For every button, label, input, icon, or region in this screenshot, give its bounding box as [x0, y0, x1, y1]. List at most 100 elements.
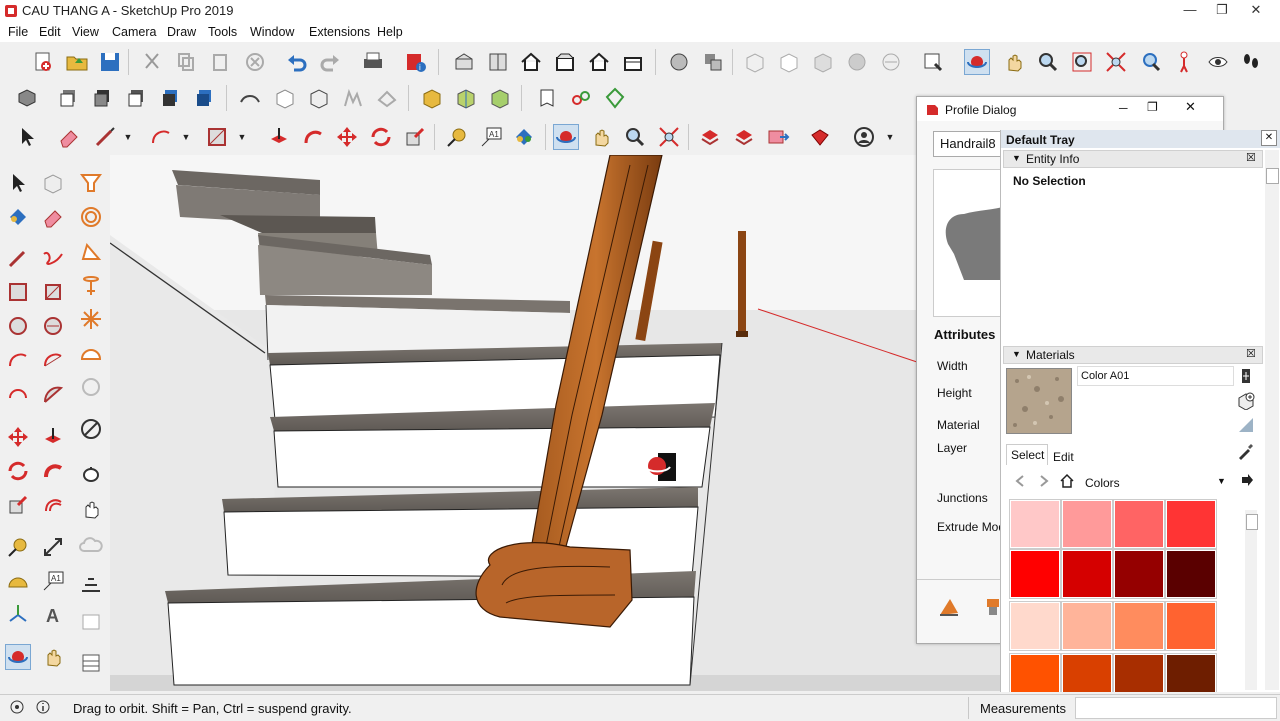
eraser-icon[interactable] [40, 204, 66, 230]
shadows-icon[interactable] [158, 85, 184, 111]
sample-paint-icon[interactable] [1237, 442, 1255, 460]
iso-view-icon[interactable] [451, 49, 477, 75]
color-swatch[interactable] [1062, 602, 1112, 650]
star-tool-icon[interactable] [78, 306, 104, 332]
pan-large-icon[interactable] [40, 644, 66, 670]
profile-maximize-button[interactable]: ❐ [1147, 100, 1158, 114]
solid-intersect-icon[interactable] [453, 85, 479, 111]
color-swatch[interactable] [1114, 602, 1164, 650]
eraser-tool-icon[interactable] [56, 124, 82, 150]
color-swatch[interactable] [1010, 602, 1060, 650]
create-material-icon[interactable] [1237, 392, 1255, 411]
pencil-line-icon[interactable] [5, 245, 31, 271]
scale-icon[interactable] [5, 492, 31, 518]
arc-icon[interactable] [5, 347, 31, 373]
swatch-scrollbar[interactable] [1245, 510, 1258, 690]
menu-view[interactable]: View [72, 25, 99, 39]
color-swatch[interactable] [1114, 500, 1164, 548]
copy-icon[interactable] [173, 49, 199, 75]
rotated-rect-icon[interactable] [40, 279, 66, 305]
materials-header[interactable]: ▼ Materials ☒ [1003, 346, 1263, 364]
color-swatch[interactable] [1166, 550, 1216, 598]
profile-minimize-button[interactable]: ─ [1119, 101, 1128, 115]
cloud-icon[interactable] [78, 532, 104, 558]
material-name-field[interactable]: Color A01 [1077, 366, 1234, 386]
text-tool-icon[interactable]: A1 [478, 124, 504, 150]
open-folder-icon[interactable] [64, 49, 90, 75]
make-component-icon[interactable] [40, 170, 66, 196]
tray-scrollbar[interactable] [1265, 150, 1279, 690]
triangle-tool-icon[interactable] [78, 238, 104, 264]
menu-camera[interactable]: Camera [112, 25, 156, 39]
color-swatch[interactable] [1010, 550, 1060, 598]
sandbox-stamp-icon[interactable] [78, 650, 104, 676]
in-model-home-icon[interactable] [1059, 473, 1075, 489]
menu-help[interactable]: Help [377, 25, 403, 39]
scale-tool-icon[interactable] [402, 124, 428, 150]
look-around-icon[interactable] [1205, 49, 1231, 75]
menu-tools[interactable]: Tools [208, 25, 237, 39]
zoom-tool-icon[interactable] [1035, 49, 1061, 75]
styles-icon[interactable] [90, 85, 116, 111]
profile-close-button[interactable]: ✕ [1185, 99, 1196, 115]
color-swatch[interactable] [1166, 602, 1216, 650]
tray-close-button[interactable]: ✕ [1261, 130, 1277, 146]
left-view-icon[interactable] [620, 49, 646, 75]
paint-bucket-icon[interactable] [511, 124, 537, 150]
menu-draw[interactable]: Draw [167, 25, 196, 39]
default-material-icon[interactable] [1237, 416, 1255, 434]
profile-tool-icon[interactable] [983, 595, 1001, 621]
forward-arrow-icon[interactable] [1037, 474, 1051, 488]
geo-location-icon[interactable] [10, 700, 24, 714]
zoom-extents-2-icon[interactable] [656, 124, 682, 150]
offset-tool-icon[interactable] [40, 492, 66, 518]
line-tool-icon[interactable] [92, 124, 118, 150]
follow-me-icon[interactable] [40, 458, 66, 484]
back-arrow-icon[interactable] [1013, 474, 1027, 488]
sandbox-tile-icon[interactable] [78, 608, 104, 634]
extension-manager-icon[interactable] [807, 124, 833, 150]
front-view-icon[interactable] [518, 49, 544, 75]
color-swatch[interactable] [1010, 500, 1060, 548]
section-plane-icon[interactable] [920, 49, 946, 75]
paint-icon[interactable] [5, 204, 31, 230]
circle-icon[interactable] [5, 313, 31, 339]
warehouse-get-models-icon[interactable] [697, 124, 723, 150]
back-view-icon[interactable] [586, 49, 612, 75]
move-tool-icon[interactable] [334, 124, 360, 150]
two-point-arc-icon[interactable] [40, 347, 66, 373]
orbit-tool-icon[interactable] [964, 49, 990, 75]
layers-icon[interactable] [56, 85, 82, 111]
dimension-icon[interactable] [40, 534, 66, 560]
display-secondary-pane-icon[interactable] [1239, 368, 1253, 384]
cut-icon[interactable] [139, 49, 165, 75]
color-swatch[interactable] [1114, 550, 1164, 598]
zoom-icon[interactable] [622, 124, 648, 150]
section-plane-tool-icon[interactable] [78, 170, 104, 196]
color-swatch[interactable] [1166, 654, 1216, 692]
sandbox-from-contours-icon[interactable] [78, 572, 104, 598]
account-icon[interactable] [851, 124, 877, 150]
polygon-icon[interactable] [40, 313, 66, 339]
rect-icon[interactable] [5, 279, 31, 305]
shaded-textures-icon[interactable] [844, 49, 870, 75]
materials-select-tab[interactable]: Select [1006, 444, 1048, 465]
cone-tool-icon[interactable] [78, 272, 104, 298]
account-dropdown-icon[interactable]: ▼ [886, 124, 895, 150]
rotate-tool-icon[interactable] [368, 124, 394, 150]
color-swatch[interactable] [1062, 550, 1112, 598]
monochrome-icon[interactable] [878, 49, 904, 75]
drape-icon[interactable] [374, 85, 400, 111]
save-icon[interactable] [97, 49, 123, 75]
tray-scrollbar-thumb[interactable] [1266, 168, 1279, 184]
library-select[interactable]: Colors ▼ [1083, 474, 1229, 492]
solid-outer-shell-icon[interactable] [419, 85, 445, 111]
model-viewport[interactable] [110, 155, 1000, 691]
sandbox-contours-icon[interactable] [237, 85, 263, 111]
undo-icon[interactable] [284, 49, 310, 75]
fog-icon[interactable] [192, 85, 218, 111]
menu-extensions[interactable]: Extensions [309, 25, 370, 39]
right-view-icon[interactable] [552, 49, 578, 75]
measurements-field[interactable] [1075, 697, 1277, 719]
color-swatch[interactable] [1166, 500, 1216, 548]
